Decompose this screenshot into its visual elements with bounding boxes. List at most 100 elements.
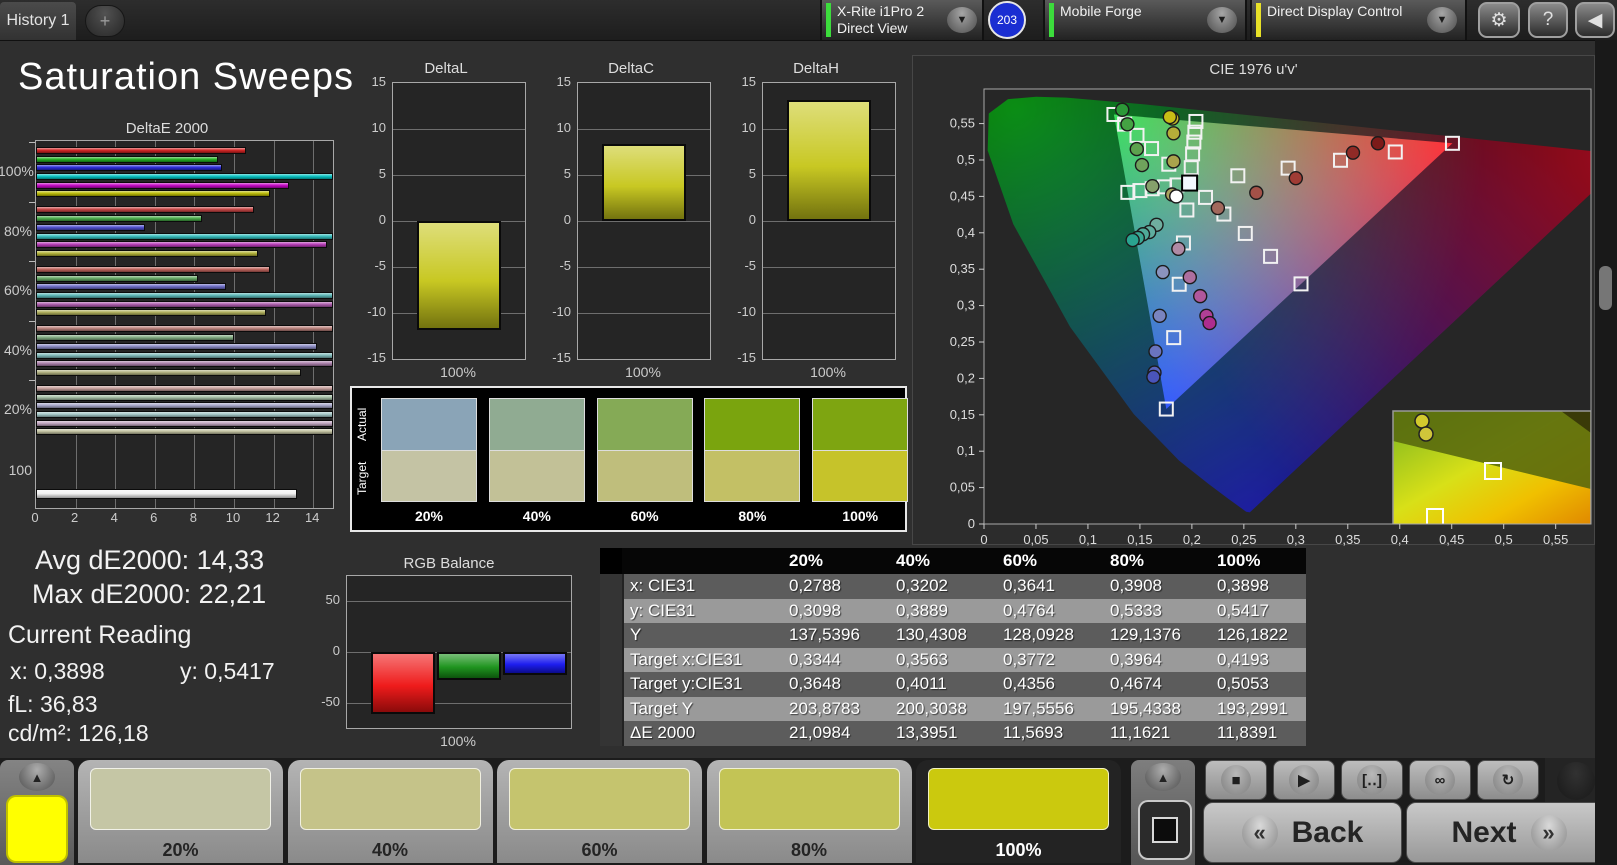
de-bar xyxy=(36,385,333,392)
table-cell: 0,3648 xyxy=(789,672,841,697)
y-tick xyxy=(29,202,35,203)
de-bar xyxy=(36,489,297,499)
expand-options-button[interactable]: ▲ xyxy=(1145,763,1181,791)
calman-app-window: History 1 + X-Rite i1Pro 2 Direct View ▼… xyxy=(0,0,1617,865)
table-row: x: CIE310,27880,32020,36410,39080,3898 xyxy=(600,574,1306,599)
sample-patch-button-40[interactable]: 40% xyxy=(288,760,493,863)
measured-point xyxy=(1126,234,1139,247)
display-control-dropdown[interactable]: Direct Display Control ▼ xyxy=(1250,0,1467,40)
deltal-bar xyxy=(417,221,501,330)
cie-inset-zoom xyxy=(1393,411,1591,525)
measured-point xyxy=(1289,172,1302,185)
deltah-bar xyxy=(787,100,871,221)
continuous-measure-button[interactable]: ∞ xyxy=(1409,760,1471,800)
svg-text:0,35: 0,35 xyxy=(1335,532,1360,546)
sample-swatch xyxy=(719,768,900,830)
add-tab-button[interactable]: + xyxy=(85,5,125,37)
y-tick-label: 10 xyxy=(732,120,756,135)
connection-badge[interactable]: 203 xyxy=(988,1,1026,39)
meter-dropdown[interactable]: X-Rite i1Pro 2 Direct View ▼ xyxy=(820,0,984,40)
current-y-readout: y: 0,5417 xyxy=(180,658,275,685)
measured-point xyxy=(1130,143,1143,156)
de-bar xyxy=(36,164,222,171)
table-cell: 0,3202 xyxy=(896,574,948,599)
next-button[interactable]: Next » xyxy=(1406,802,1612,863)
row-label: x: CIE31 xyxy=(630,574,695,599)
help-button[interactable]: ? xyxy=(1528,2,1568,38)
sample-swatch xyxy=(928,768,1109,830)
chart-title: DeltaH xyxy=(732,60,900,77)
table-cell: 0,3641 xyxy=(1003,574,1055,599)
play-button[interactable]: ▶ xyxy=(1273,760,1335,800)
svg-text:0,2: 0,2 xyxy=(1183,532,1201,546)
de-bar xyxy=(36,266,270,273)
table-row: Target x:CIE310,33440,35630,37720,39640,… xyxy=(600,648,1306,673)
de-bar xyxy=(36,360,333,367)
back-button[interactable]: « Back xyxy=(1203,802,1402,863)
de-bar xyxy=(36,343,317,350)
expand-patch-button[interactable]: ▲ xyxy=(19,763,55,791)
target-row-label: Target xyxy=(355,450,371,506)
swatch-label: 60% xyxy=(597,508,693,524)
svg-text:0,15: 0,15 xyxy=(1127,532,1152,546)
svg-text:0,25: 0,25 xyxy=(950,334,975,349)
table-cell: 0,4356 xyxy=(1003,672,1055,697)
stop-button[interactable]: ■ xyxy=(1205,760,1267,800)
y-tick-label: -5 xyxy=(362,258,386,273)
sample-patch-button-100[interactable]: 100% xyxy=(916,760,1121,863)
deltae2000-chart: DeltaE 200002468101214100%80%60%40%20%10… xyxy=(8,116,342,534)
measure-series-button[interactable]: [‥] xyxy=(1341,760,1403,800)
row-label: y: CIE31 xyxy=(630,599,695,624)
meter-dropdown-label: X-Rite i1Pro 2 Direct View xyxy=(837,3,924,37)
current-reading-label: Current Reading xyxy=(8,621,191,650)
column-header: 40% xyxy=(896,548,930,573)
workflow-dropdown[interactable]: Mobile Forge ▼ xyxy=(1043,0,1247,40)
svg-text:0,4: 0,4 xyxy=(1391,532,1409,546)
sample-patch-button-80[interactable]: 80% xyxy=(707,760,912,863)
svg-text:0,35: 0,35 xyxy=(950,261,975,276)
table-cell: 0,5333 xyxy=(1110,599,1162,624)
de-bar xyxy=(36,206,254,213)
plot-area xyxy=(346,575,572,729)
y-tick-label: 0 xyxy=(318,643,340,658)
measured-point xyxy=(1211,202,1224,215)
svg-text:0,1: 0,1 xyxy=(1079,532,1097,546)
measured-point xyxy=(1250,186,1263,199)
red-bar xyxy=(371,652,435,714)
x-tick-label: 6 xyxy=(146,510,162,525)
play-icon: ▶ xyxy=(1289,765,1319,795)
column-header: 80% xyxy=(1110,548,1144,573)
de-bar xyxy=(36,250,258,257)
table-row: Target Y203,8783200,3038197,5556195,4338… xyxy=(600,697,1306,722)
measured-point xyxy=(1194,290,1207,303)
target-swatch xyxy=(704,450,800,502)
refresh-button[interactable]: ↻ xyxy=(1477,760,1539,800)
scrollbar-thumb[interactable] xyxy=(1599,266,1612,310)
continuous-measure-icon: ∞ xyxy=(1425,765,1455,795)
history-tab[interactable]: History 1 xyxy=(0,2,76,40)
patch-options-panel: ▲ xyxy=(1131,760,1195,865)
sample-label: 100% xyxy=(916,840,1121,861)
table-cell: 0,3344 xyxy=(789,648,841,673)
table-cell: 21,0984 xyxy=(789,721,850,746)
window-size-icon xyxy=(1152,817,1178,843)
sample-patch-button-60[interactable]: 60% xyxy=(497,760,702,863)
table-cell: 0,3098 xyxy=(789,599,841,624)
current-patch-swatch xyxy=(6,795,68,863)
patch-window-button[interactable] xyxy=(1138,800,1192,860)
settings-button[interactable]: ⚙ xyxy=(1478,2,1520,38)
svg-text:0,15: 0,15 xyxy=(950,407,975,422)
current-patch-panel: ▲ xyxy=(0,760,74,865)
de-bar xyxy=(36,224,145,231)
sample-swatch xyxy=(509,768,690,830)
measured-point xyxy=(1170,190,1183,203)
sample-patch-button-20[interactable]: 20% xyxy=(78,760,283,863)
collapse-panel-button[interactable]: ◀ xyxy=(1575,2,1615,38)
workflow-dropdown-label: Mobile Forge xyxy=(1060,3,1142,20)
row-label: Y xyxy=(630,623,641,648)
de-bar xyxy=(36,182,289,189)
actual-swatch xyxy=(812,398,908,450)
x-tick-label: 2 xyxy=(67,510,83,525)
y-tick-label: -10 xyxy=(732,304,756,319)
table-cell: 0,3889 xyxy=(896,599,948,624)
